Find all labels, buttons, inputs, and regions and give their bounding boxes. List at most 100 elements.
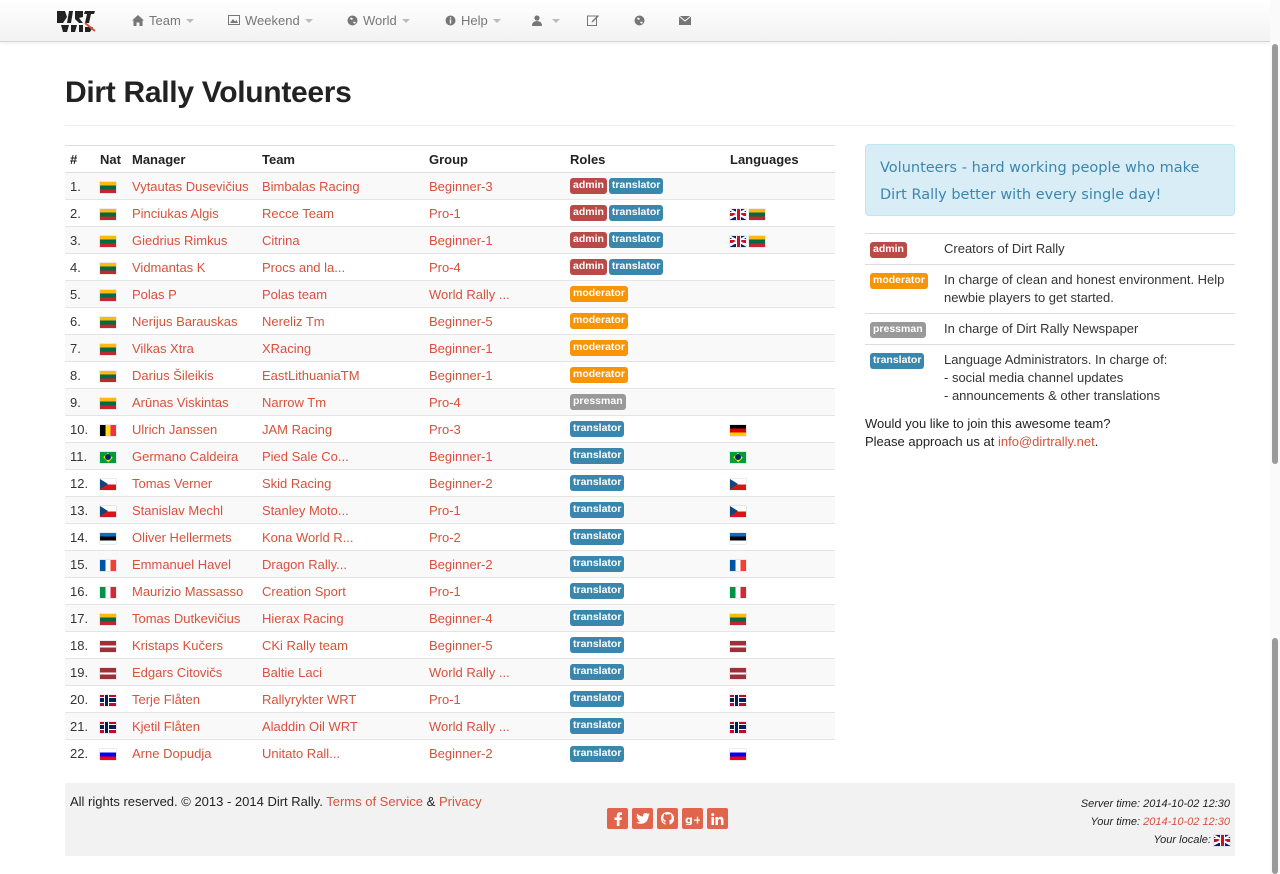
manager-link[interactable]: Terje Flåten <box>132 692 200 707</box>
group-link[interactable]: Beginner-1 <box>429 233 493 248</box>
team-link[interactable]: Polas team <box>262 287 327 302</box>
manager-link[interactable]: Arūnas Viskintas <box>132 395 229 410</box>
github-icon[interactable] <box>657 808 678 829</box>
join-line-2-prefix: Please approach us at <box>865 434 998 449</box>
contact-email-link[interactable]: info@dirtrally.net <box>998 434 1095 449</box>
group-link[interactable]: Beginner-1 <box>429 449 493 464</box>
team-link[interactable]: Citrina <box>262 233 300 248</box>
group-link[interactable]: Pro-4 <box>429 395 461 410</box>
team-link[interactable]: Hierax Racing <box>262 611 344 626</box>
privacy-link[interactable]: Privacy <box>439 794 482 809</box>
manager-link[interactable]: Maurizio Massasso <box>132 584 243 599</box>
group-link[interactable]: Pro-1 <box>429 584 461 599</box>
team-link[interactable]: EastLithuaniaTM <box>262 368 360 383</box>
team-link[interactable]: Stanley Moto... <box>262 503 349 518</box>
manager-link[interactable]: Germano Caldeira <box>132 449 238 464</box>
group-link[interactable]: Pro-2 <box>429 530 461 545</box>
team-link[interactable]: Unitato Rall... <box>262 746 340 761</box>
row-nationality <box>95 739 127 767</box>
manager-link[interactable]: Arne Dopudja <box>132 746 212 761</box>
nav-team[interactable]: Team <box>132 12 194 28</box>
group-link[interactable]: Beginner-5 <box>429 638 493 653</box>
nav-mail[interactable] <box>679 12 696 28</box>
row-roles: translator <box>565 739 725 767</box>
manager-link[interactable]: Darius Šileikis <box>132 368 214 383</box>
terms-link[interactable]: Terms of Service <box>326 794 423 809</box>
team-link[interactable]: Recce Team <box>262 206 334 221</box>
manager-link[interactable]: Emmanuel Havel <box>132 557 231 572</box>
team-link[interactable]: Skid Racing <box>262 476 331 491</box>
group-link[interactable]: Beginner-1 <box>429 341 493 356</box>
team-link[interactable]: Bimbalas Racing <box>262 179 360 194</box>
row-number: 10. <box>65 415 95 443</box>
team-link[interactable]: Nereliz Tm <box>262 314 325 329</box>
manager-link[interactable]: Giedrius Rimkus <box>132 233 227 248</box>
team-link[interactable]: JAM Racing <box>262 422 332 437</box>
scrollbar-thumb-top[interactable] <box>1272 44 1278 464</box>
nav-weekend[interactable]: Weekend <box>228 12 313 28</box>
team-link[interactable]: Kona World R... <box>262 530 354 545</box>
translator-badge: translator <box>608 205 664 222</box>
team-link[interactable]: Procs and la... <box>262 260 345 275</box>
team-link[interactable]: Creation Sport <box>262 584 346 599</box>
scrollbar-thumb-bottom[interactable] <box>1272 638 1278 874</box>
manager-link[interactable]: Ulrich Janssen <box>132 422 217 437</box>
nav-world[interactable]: World <box>347 12 410 28</box>
group-link[interactable]: Beginner-3 <box>429 179 493 194</box>
manager-link[interactable]: Vidmantas K <box>132 260 205 275</box>
group-link[interactable]: Pro-1 <box>429 692 461 707</box>
team-link[interactable]: XRacing <box>262 341 311 356</box>
team-link[interactable]: Aladdin Oil WRT <box>262 719 358 734</box>
manager-link[interactable]: Oliver Hellermets <box>132 530 232 545</box>
group-link[interactable]: Beginner-5 <box>429 314 493 329</box>
de-flag-icon <box>730 424 746 436</box>
manager-link[interactable]: Kjetil Flåten <box>132 719 200 734</box>
group-link[interactable]: Pro-1 <box>429 206 461 221</box>
manager-link[interactable]: Polas P <box>132 287 177 302</box>
group-link[interactable]: Beginner-1 <box>429 368 493 383</box>
linkedin-icon[interactable] <box>707 808 728 829</box>
nav-globe[interactable] <box>634 12 650 28</box>
row-team: Aladdin Oil WRT <box>257 712 424 740</box>
manager-link[interactable]: Stanislav Mechl <box>132 503 223 518</box>
team-link[interactable]: Dragon Rally... <box>262 557 347 572</box>
team-link[interactable]: Baltie Laci <box>262 665 322 680</box>
group-link[interactable]: Beginner-2 <box>429 557 493 572</box>
group-link[interactable]: World Rally ... <box>429 665 510 680</box>
manager-link[interactable]: Tomas Verner <box>132 476 212 491</box>
row-number: 9. <box>65 388 95 416</box>
facebook-icon[interactable] <box>607 808 628 829</box>
row-team: JAM Racing <box>257 415 424 443</box>
nav-user[interactable] <box>532 12 560 28</box>
nav-edit[interactable] <box>587 12 604 28</box>
manager-link[interactable]: Edgars Citovičs <box>132 665 222 680</box>
translator-badge: translator <box>570 745 625 762</box>
group-link[interactable]: Pro-4 <box>429 260 461 275</box>
group-link[interactable]: Beginner-2 <box>429 746 493 761</box>
manager-link[interactable]: Vytautas Dusevičius <box>132 179 249 194</box>
manager-link[interactable]: Tomas Dutkevičius <box>132 611 240 626</box>
manager-link[interactable]: Pinciukas Algis <box>132 206 219 221</box>
dirt-rally-logo[interactable] <box>55 9 97 33</box>
scrollbar[interactable] <box>1270 0 1280 874</box>
nav-help[interactable]: Help <box>445 12 501 28</box>
group-link[interactable]: World Rally ... <box>429 719 510 734</box>
ee-flag-icon <box>100 532 116 544</box>
uk-flag-icon[interactable] <box>1214 834 1230 846</box>
group-link[interactable]: World Rally ... <box>429 287 510 302</box>
team-link[interactable]: Pied Sale Co... <box>262 449 349 464</box>
google-plus-icon[interactable]: g+ <box>682 808 703 829</box>
group-link[interactable]: Pro-1 <box>429 503 461 518</box>
row-manager: Arūnas Viskintas <box>127 388 257 416</box>
group-link[interactable]: Beginner-2 <box>429 476 493 491</box>
team-link[interactable]: CKi Rally team <box>262 638 348 653</box>
row-manager: Arne Dopudja <box>127 739 257 767</box>
twitter-icon[interactable] <box>632 808 653 829</box>
group-link[interactable]: Pro-3 <box>429 422 461 437</box>
group-link[interactable]: Beginner-4 <box>429 611 493 626</box>
manager-link[interactable]: Nerijus Barauskas <box>132 314 238 329</box>
team-link[interactable]: Narrow Tm <box>262 395 326 410</box>
manager-link[interactable]: Kristaps Kučers <box>132 638 223 653</box>
manager-link[interactable]: Vilkas Xtra <box>132 341 194 356</box>
team-link[interactable]: Rallyrykter WRT <box>262 692 356 707</box>
